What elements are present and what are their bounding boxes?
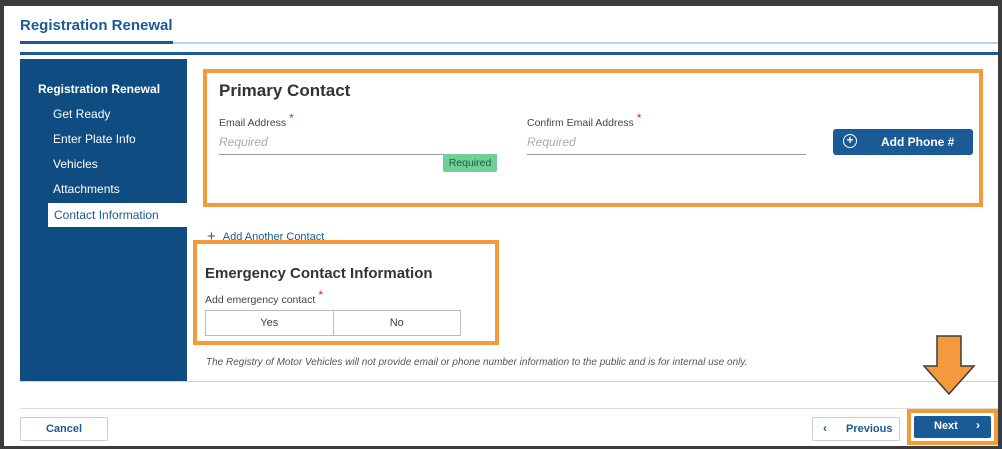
sidebar-item-contact-information[interactable]: Contact Information xyxy=(48,203,187,227)
required-star-icon: * xyxy=(636,111,642,125)
down-arrow-icon xyxy=(922,335,976,396)
required-badge: Required xyxy=(443,154,497,172)
emergency-contact-toggle: Yes No xyxy=(205,310,461,336)
confirm-email-field[interactable]: Required xyxy=(527,131,806,155)
next-button[interactable]: Next › xyxy=(914,416,991,438)
sidebar-heading: Registration Renewal xyxy=(38,82,161,96)
privacy-disclaimer: The Registry of Motor Vehicles will not … xyxy=(206,357,748,368)
page-header: Registration Renewal xyxy=(20,16,998,44)
cancel-button[interactable]: Cancel xyxy=(20,417,108,441)
emergency-contact-label: Add emergency contact * xyxy=(205,288,323,306)
sidebar-item-attachments[interactable]: Attachments xyxy=(20,180,187,205)
main-content: Registration Renewal Get Ready Enter Pla… xyxy=(20,52,998,382)
no-button[interactable]: No xyxy=(332,311,460,335)
chevron-left-icon: ‹ xyxy=(823,421,827,435)
app-window: Registration Renewal Registration Renewa… xyxy=(4,6,998,446)
primary-contact-title: Primary Contact xyxy=(219,81,351,100)
sidebar-item-vehicles[interactable]: Vehicles xyxy=(20,155,187,180)
page-title: Registration Renewal xyxy=(20,16,173,44)
email-label: Email Address * xyxy=(219,111,294,129)
required-star-icon: * xyxy=(318,288,323,302)
chevron-right-icon: › xyxy=(976,418,980,432)
wizard-footer: Cancel ‹ Previous Next › xyxy=(20,408,998,445)
primary-contact-section: Primary Contact Email Address * Required … xyxy=(203,69,983,207)
email-field[interactable]: Required xyxy=(219,131,497,155)
emergency-contact-title: Emergency Contact Information xyxy=(205,265,433,282)
sidebar-nav: Registration Renewal Get Ready Enter Pla… xyxy=(20,59,187,381)
confirm-email-label: Confirm Email Address * xyxy=(527,111,642,129)
previous-button[interactable]: ‹ Previous xyxy=(812,417,900,441)
yes-button[interactable]: Yes xyxy=(206,311,333,335)
emergency-contact-section: Emergency Contact Information Add emerge… xyxy=(193,240,499,345)
add-phone-button[interactable]: + Add Phone # xyxy=(833,129,973,155)
sidebar-item-get-ready[interactable]: Get Ready xyxy=(20,105,187,130)
plus-circle-icon: + xyxy=(843,134,857,148)
sidebar-item-enter-plate-info[interactable]: Enter Plate Info xyxy=(20,130,187,155)
next-highlight: Next › xyxy=(907,409,998,445)
required-star-icon: * xyxy=(289,111,294,125)
